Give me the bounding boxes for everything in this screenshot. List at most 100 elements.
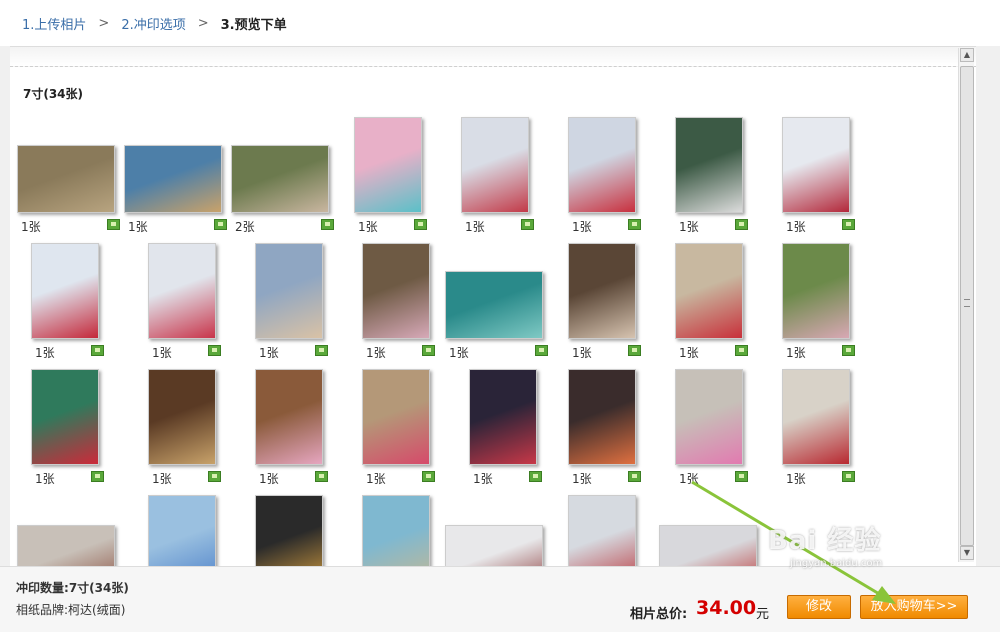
photo-item[interactable] xyxy=(338,495,442,567)
photo-thumbnail[interactable] xyxy=(255,369,323,465)
photo-item[interactable]: 1张 xyxy=(445,369,549,489)
photo-thumbnail[interactable] xyxy=(255,495,323,567)
image-icon[interactable] xyxy=(842,345,855,356)
add-to-cart-button[interactable]: 放入购物车>> xyxy=(860,595,968,619)
photo-thumbnail[interactable] xyxy=(148,243,216,339)
photo-item[interactable]: 1张 xyxy=(17,117,121,237)
image-icon[interactable] xyxy=(628,471,641,482)
photo-thumbnail[interactable] xyxy=(362,369,430,465)
photo-item[interactable]: 1张 xyxy=(17,369,121,489)
photo-quantity: 1张 xyxy=(473,472,493,486)
image-icon[interactable] xyxy=(422,471,435,482)
photo-item[interactable]: 1张 xyxy=(17,243,121,363)
image-icon[interactable] xyxy=(735,219,748,230)
photo-quantity: 1张 xyxy=(465,220,485,234)
photo-item[interactable]: 1张 xyxy=(659,243,763,363)
photo-thumbnail[interactable] xyxy=(31,369,99,465)
photo-item[interactable]: 1张 xyxy=(338,243,442,363)
photo-item[interactable] xyxy=(552,495,656,567)
photo-item[interactable] xyxy=(659,495,763,567)
photo-quantity: 1张 xyxy=(786,346,806,360)
photo-item[interactable]: 1张 xyxy=(445,243,549,363)
photo-thumbnail[interactable] xyxy=(124,145,222,213)
photo-thumbnail[interactable] xyxy=(568,369,636,465)
photo-thumbnail[interactable] xyxy=(659,525,757,567)
image-icon[interactable] xyxy=(91,471,104,482)
image-icon[interactable] xyxy=(214,219,227,230)
scroll-up-button[interactable]: ▲ xyxy=(960,48,974,62)
photo-thumbnail[interactable] xyxy=(568,117,636,213)
image-icon[interactable] xyxy=(315,345,328,356)
photo-thumbnail[interactable] xyxy=(782,117,850,213)
vertical-scrollbar[interactable]: ▲ ▼ xyxy=(958,48,974,562)
image-icon[interactable] xyxy=(321,219,334,230)
photo-item[interactable]: 1张 xyxy=(766,243,870,363)
image-icon[interactable] xyxy=(91,345,104,356)
photo-thumbnail[interactable] xyxy=(675,117,743,213)
photo-item[interactable]: 1张 xyxy=(659,117,763,237)
photo-item[interactable]: 1张 xyxy=(338,117,442,237)
photo-thumbnail[interactable] xyxy=(31,243,99,339)
photo-item[interactable]: 2张 xyxy=(231,117,335,237)
photo-item[interactable]: 1张 xyxy=(231,369,335,489)
scroll-thumb[interactable] xyxy=(960,66,974,546)
edit-button[interactable]: 修改 xyxy=(787,595,851,619)
photo-thumbnail[interactable] xyxy=(675,243,743,339)
image-icon[interactable] xyxy=(535,345,548,356)
image-icon[interactable] xyxy=(208,345,221,356)
breadcrumb-step-upload[interactable]: 1.上传相片 xyxy=(22,14,86,33)
photo-thumbnail[interactable] xyxy=(675,369,743,465)
photo-thumbnail[interactable] xyxy=(362,243,430,339)
photo-thumbnail[interactable] xyxy=(469,369,537,465)
photo-item[interactable] xyxy=(231,495,335,567)
image-icon[interactable] xyxy=(422,345,435,356)
image-icon[interactable] xyxy=(842,219,855,230)
photo-thumbnail[interactable] xyxy=(354,117,422,213)
photo-thumbnail[interactable] xyxy=(17,525,115,567)
image-icon[interactable] xyxy=(628,345,641,356)
photo-item[interactable]: 1张 xyxy=(552,243,656,363)
image-icon[interactable] xyxy=(529,471,542,482)
photo-thumbnail[interactable] xyxy=(362,495,430,567)
photo-item[interactable]: 1张 xyxy=(659,369,763,489)
photo-thumbnail[interactable] xyxy=(445,271,543,339)
photo-item[interactable]: 1张 xyxy=(552,117,656,237)
image-icon[interactable] xyxy=(521,219,534,230)
photo-thumbnail[interactable] xyxy=(568,243,636,339)
image-icon[interactable] xyxy=(315,471,328,482)
photo-item[interactable]: 1张 xyxy=(766,369,870,489)
scroll-down-button[interactable]: ▼ xyxy=(960,546,974,560)
photo-thumbnail[interactable] xyxy=(782,243,850,339)
image-icon[interactable] xyxy=(735,345,748,356)
photo-item[interactable]: 1张 xyxy=(338,369,442,489)
preview-panel: 7寸(34张) 1张 1张 2张 1张 1张 1张 1张 1张 1张 1张 1张 1张 1张 1张 1张 1张… xyxy=(10,46,976,567)
image-icon[interactable] xyxy=(628,219,641,230)
breadcrumb-step-options[interactable]: 2.冲印选项 xyxy=(121,14,185,33)
photo-item[interactable]: 1张 xyxy=(124,369,228,489)
image-icon[interactable] xyxy=(735,471,748,482)
photo-item[interactable]: 1张 xyxy=(552,369,656,489)
photo-item[interactable]: 1张 xyxy=(124,117,228,237)
photo-item[interactable]: 1张 xyxy=(766,117,870,237)
photo-item[interactable]: 1张 xyxy=(124,243,228,363)
photo-item[interactable] xyxy=(17,495,121,567)
photo-item[interactable]: 1张 xyxy=(445,117,549,237)
photo-thumbnail[interactable] xyxy=(461,117,529,213)
image-icon[interactable] xyxy=(414,219,427,230)
photo-thumbnail[interactable] xyxy=(568,495,636,567)
photo-thumbnail[interactable] xyxy=(255,243,323,339)
photo-thumbnail[interactable] xyxy=(148,369,216,465)
photo-grid: 1张 1张 2张 1张 1张 1张 1张 1张 1张 1张 1张 1张 1张 1张 1张 1张 1张 1张 1张 1张… xyxy=(10,47,955,567)
photo-thumbnail[interactable] xyxy=(445,525,543,567)
photo-item[interactable] xyxy=(124,495,228,567)
photo-item[interactable] xyxy=(445,495,549,567)
image-icon[interactable] xyxy=(208,471,221,482)
photo-thumbnail[interactable] xyxy=(17,145,115,213)
image-icon[interactable] xyxy=(107,219,120,230)
image-icon[interactable] xyxy=(842,471,855,482)
photo-quantity: 1张 xyxy=(572,220,592,234)
photo-thumbnail[interactable] xyxy=(148,495,216,567)
photo-thumbnail[interactable] xyxy=(231,145,329,213)
photo-thumbnail[interactable] xyxy=(782,369,850,465)
photo-item[interactable]: 1张 xyxy=(231,243,335,363)
